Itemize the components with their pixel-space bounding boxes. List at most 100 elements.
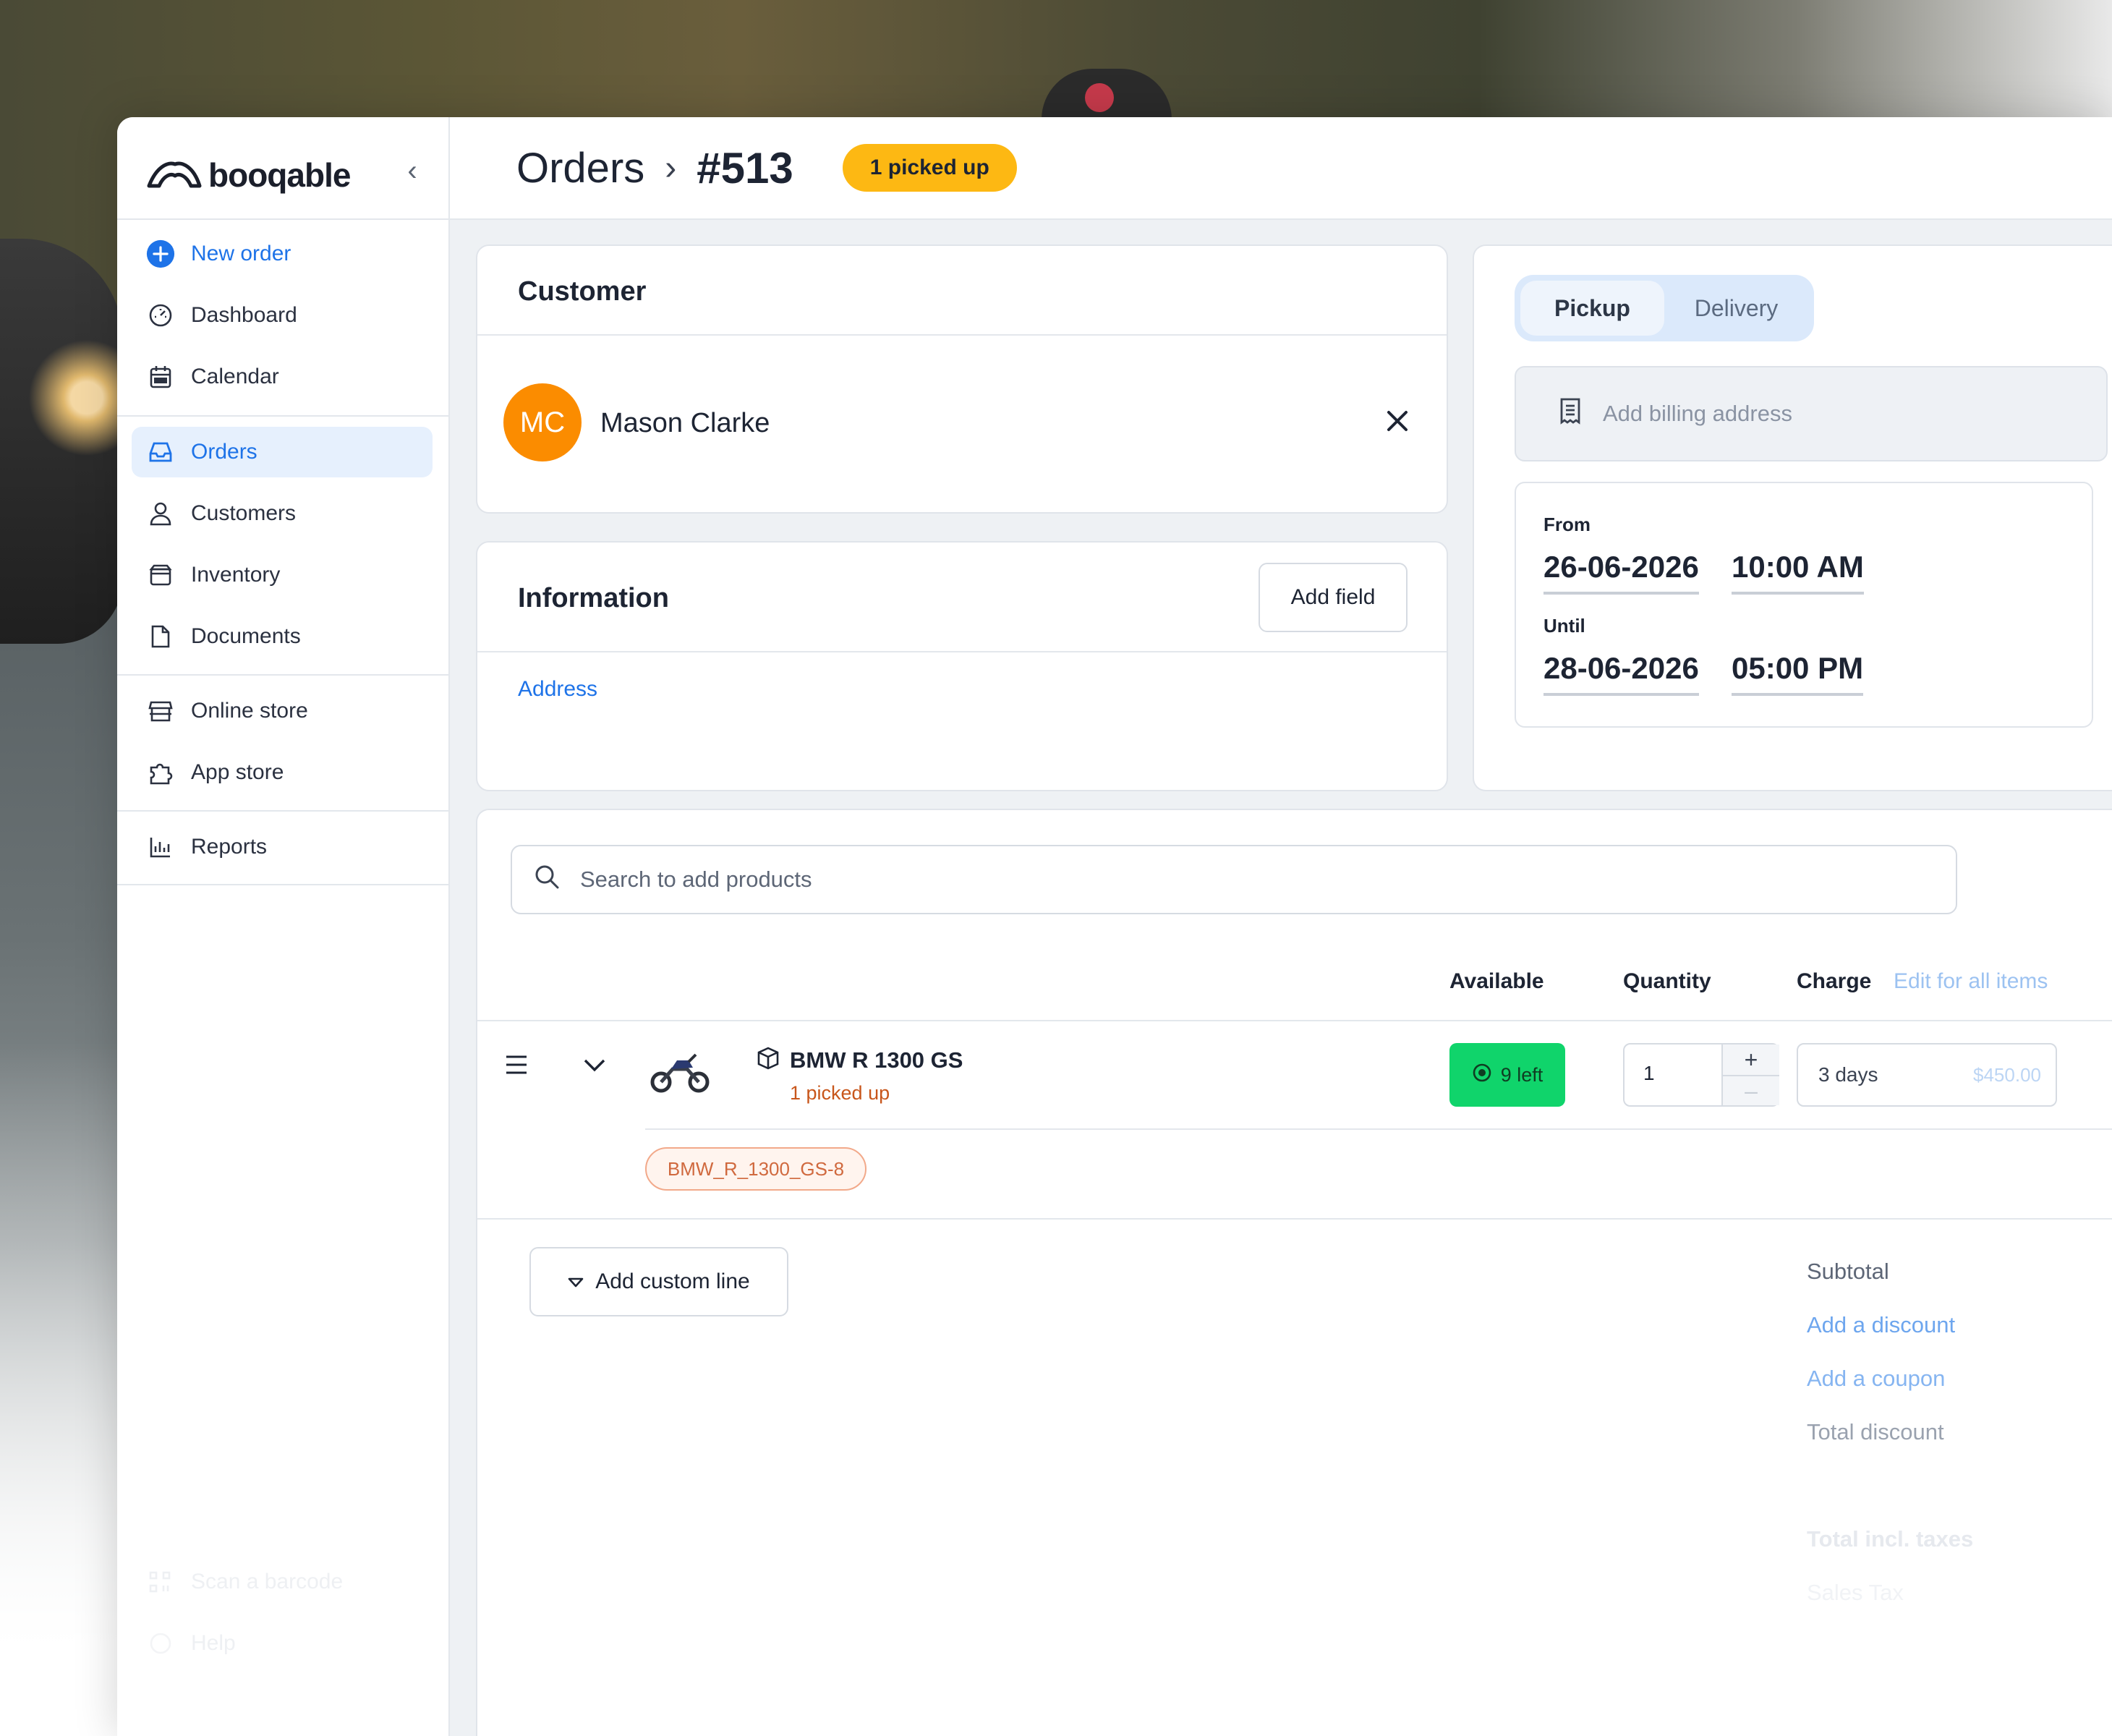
close-icon[interactable] bbox=[1377, 401, 1418, 441]
sidebar-item-scan-barcode[interactable]: Scan a barcode bbox=[132, 1557, 433, 1607]
sidebar-item-orders[interactable]: Orders bbox=[132, 427, 433, 477]
sidebar-item-online-store[interactable]: Online store bbox=[132, 686, 433, 736]
add-field-button[interactable]: Add field bbox=[1259, 563, 1408, 632]
sidebar-item-label: Orders bbox=[191, 440, 257, 464]
sidebar-item-label: Dashboard bbox=[191, 303, 297, 327]
document-icon bbox=[146, 622, 175, 651]
sidebar-item-label: Scan a barcode bbox=[191, 1570, 344, 1594]
collapse-sidebar-icon[interactable]: ‹ bbox=[398, 155, 427, 187]
search-placeholder: Search to add products bbox=[580, 867, 812, 892]
barcode-icon bbox=[146, 1567, 175, 1596]
quantity-value[interactable]: 1 bbox=[1643, 1062, 1655, 1085]
total-incl-taxes-label: Total incl. taxes bbox=[1807, 1526, 1974, 1552]
increment-button[interactable]: + bbox=[1723, 1044, 1779, 1075]
quantity-stepper[interactable]: 1 + – bbox=[1623, 1043, 1779, 1107]
information-card-title: Information bbox=[518, 583, 669, 613]
add-custom-line-label: Add custom line bbox=[595, 1269, 750, 1293]
app-window: booqable ‹ New order Dashboard Calendar bbox=[117, 117, 2112, 1736]
sidebar-item-label: Calendar bbox=[191, 365, 279, 388]
new-order-label: New order bbox=[191, 242, 291, 265]
rental-period: From 26-06-2026 10:00 AM Until 28-06-202… bbox=[1515, 482, 2093, 728]
total-discount-label: Total discount bbox=[1807, 1419, 1944, 1444]
sidebar-item-label: Customers bbox=[191, 501, 297, 525]
sidebar-item-label: Help bbox=[191, 1631, 236, 1655]
sidebar-item-documents[interactable]: Documents bbox=[132, 611, 433, 662]
column-charge: Charge bbox=[1797, 969, 1872, 993]
order-content: Customer MC Mason Clarke Information Add… bbox=[450, 220, 2112, 1736]
from-date-input[interactable]: 26-06-2026 bbox=[1543, 550, 1699, 595]
until-time-input[interactable]: 05:00 PM bbox=[1732, 651, 1864, 696]
product-identifier-tag[interactable]: BMW_R_1300_GS-8 bbox=[645, 1147, 866, 1191]
product-status: 1 picked up bbox=[790, 1082, 890, 1104]
information-card: Information Add field Address bbox=[476, 541, 1448, 791]
brand-logo[interactable]: booqable bbox=[146, 153, 351, 197]
sidebar-item-customers[interactable]: Customers bbox=[132, 488, 433, 539]
until-label: Until bbox=[1543, 615, 1585, 637]
search-icon bbox=[534, 864, 560, 895]
sidebar-item-calendar[interactable]: Calendar bbox=[132, 352, 433, 402]
store-icon bbox=[146, 697, 175, 726]
sidebar: booqable ‹ New order Dashboard Calendar bbox=[117, 117, 450, 1736]
order-number: #513 bbox=[697, 143, 793, 192]
calendar-icon bbox=[146, 362, 175, 391]
customer-card: Customer MC Mason Clarke bbox=[476, 244, 1448, 514]
drag-handle-icon[interactable] bbox=[505, 1055, 528, 1078]
sidebar-item-app-store[interactable]: App store bbox=[132, 747, 433, 798]
user-icon bbox=[146, 499, 175, 528]
dashboard-icon bbox=[146, 301, 175, 330]
chart-icon bbox=[146, 833, 175, 861]
breadcrumb: Orders › #513 1 picked up bbox=[516, 139, 1017, 197]
charge-period: 3 days bbox=[1818, 1063, 1878, 1086]
avatar: MC bbox=[503, 383, 582, 461]
sidebar-item-reports[interactable]: Reports bbox=[132, 822, 433, 872]
plus-circle-icon bbox=[146, 239, 175, 268]
add-billing-address-button[interactable]: Add billing address bbox=[1515, 366, 2108, 461]
customer-name[interactable]: Mason Clarke bbox=[600, 408, 770, 439]
top-bar: Orders › #513 1 picked up bbox=[450, 117, 2112, 220]
help-icon bbox=[146, 1629, 175, 1658]
edit-all-items-link[interactable]: Edit for all items bbox=[1894, 969, 2048, 994]
chevron-right-icon: › bbox=[665, 148, 677, 187]
caret-down-icon bbox=[568, 1269, 584, 1294]
subtotal-label: Subtotal bbox=[1807, 1259, 1889, 1284]
from-time-input[interactable]: 10:00 AM bbox=[1732, 550, 1864, 595]
address-link[interactable]: Address bbox=[518, 677, 597, 702]
column-available: Available bbox=[1449, 969, 1544, 993]
tab-pickup[interactable]: Pickup bbox=[1520, 281, 1664, 336]
billing-placeholder: Add billing address bbox=[1603, 401, 1792, 426]
charge-select[interactable]: 3 days $450.00 bbox=[1797, 1043, 2057, 1107]
product-search-input[interactable]: Search to add products bbox=[511, 845, 1957, 914]
chevron-down-icon[interactable] bbox=[583, 1058, 606, 1077]
until-date-input[interactable]: 28-06-2026 bbox=[1543, 651, 1699, 696]
sidebar-item-inventory[interactable]: Inventory bbox=[132, 550, 433, 600]
add-discount-link[interactable]: Add a discount bbox=[1807, 1312, 1955, 1338]
add-coupon-link[interactable]: Add a coupon bbox=[1807, 1366, 1945, 1392]
product-title[interactable]: BMW R 1300 GS bbox=[757, 1046, 963, 1074]
booqable-logo-icon bbox=[147, 161, 202, 188]
fulfillment-card: Pickup Delivery Add billing address From… bbox=[1473, 244, 2112, 791]
sidebar-item-label: Reports bbox=[191, 835, 268, 859]
fulfillment-toggle: Pickup Delivery bbox=[1515, 275, 1814, 341]
motorcycle-thumbnail bbox=[650, 1050, 710, 1097]
sidebar-item-dashboard[interactable]: Dashboard bbox=[132, 290, 433, 341]
inbox-icon bbox=[146, 438, 175, 467]
status-badge: 1 picked up bbox=[842, 144, 1017, 192]
product-name: BMW R 1300 GS bbox=[790, 1047, 963, 1073]
new-order-button[interactable]: New order bbox=[132, 229, 433, 279]
sidebar-item-label: Inventory bbox=[191, 563, 281, 587]
puzzle-icon bbox=[146, 758, 175, 787]
breadcrumb-orders-link[interactable]: Orders bbox=[516, 144, 644, 192]
receipt-icon bbox=[1559, 397, 1581, 430]
sales-tax-label: Sales Tax bbox=[1807, 1580, 1904, 1605]
add-custom-line-button[interactable]: Add custom line bbox=[529, 1247, 788, 1316]
target-icon bbox=[1472, 1063, 1492, 1088]
package-icon bbox=[757, 1046, 780, 1074]
tab-delivery[interactable]: Delivery bbox=[1664, 281, 1808, 336]
customer-card-title: Customer bbox=[518, 276, 647, 307]
charge-amount: $450.00 bbox=[1973, 1063, 2041, 1086]
archive-icon bbox=[146, 561, 175, 590]
decrement-button[interactable]: – bbox=[1723, 1075, 1779, 1105]
sidebar-item-help[interactable]: Help bbox=[132, 1618, 433, 1669]
from-label: From bbox=[1543, 514, 1591, 535]
availability-count: 9 left bbox=[1500, 1063, 1543, 1086]
